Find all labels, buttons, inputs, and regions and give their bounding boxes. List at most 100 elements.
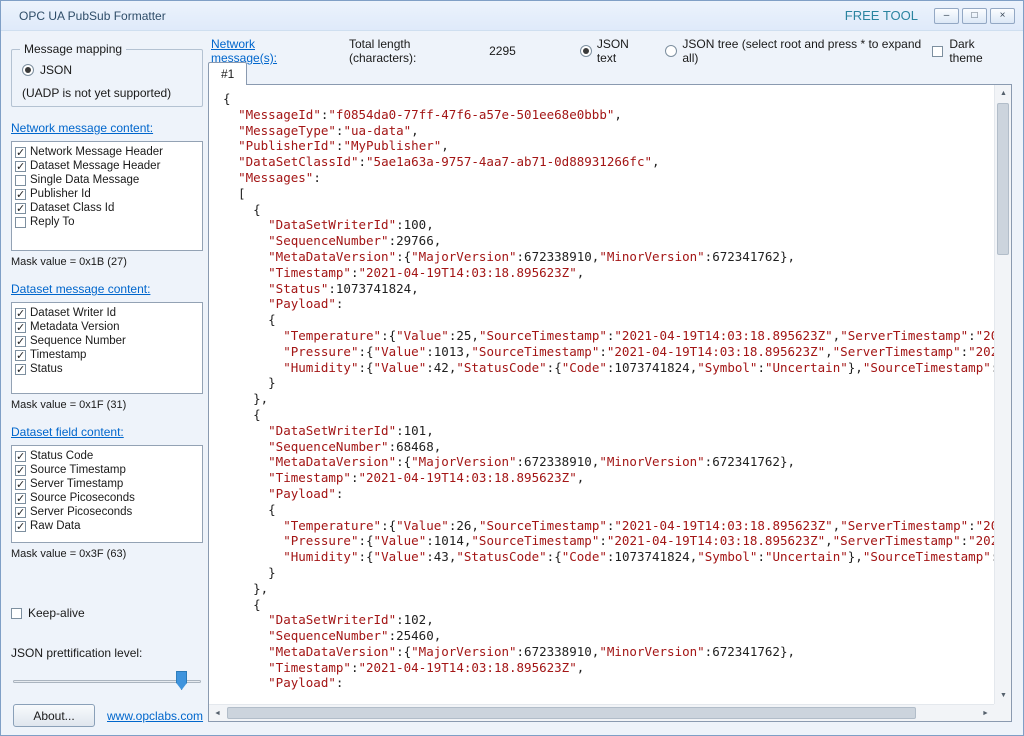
checkbox-item[interactable]: Single Data Message [12, 173, 202, 187]
sidebar-footer: About... www.opclabs.com [13, 704, 203, 727]
checkbox-icon[interactable] [15, 507, 26, 518]
horizontal-scrollbar[interactable]: ◄ ► [209, 704, 994, 721]
checkbox-icon[interactable] [15, 479, 26, 490]
checkbox-icon[interactable] [15, 147, 26, 158]
total-length-value: 2295 [489, 44, 516, 58]
checkbox-item[interactable]: Source Picoseconds [12, 491, 202, 505]
app-window: OPC UA PubSub Formatter FREE TOOL – □ × … [0, 0, 1024, 736]
view-option-json-tree[interactable]: JSON tree (select root and press * to ex… [665, 37, 932, 65]
checkbox-item[interactable]: Sequence Number [12, 334, 202, 348]
prettification-label: JSON prettification level: [11, 646, 203, 660]
keep-alive-checkbox[interactable]: Keep-alive [11, 606, 203, 620]
window-title: OPC UA PubSub Formatter [19, 9, 166, 23]
network-messages-link[interactable]: Network message(s): [211, 37, 321, 65]
checkbox-item[interactable]: Source Timestamp [12, 463, 202, 477]
checkbox-item[interactable]: Timestamp [12, 348, 202, 362]
dataset-message-mask-value: Mask value = 0x1F (31) [11, 399, 203, 411]
dataset-message-content-list[interactable]: Dataset Writer Id Metadata Version Seque… [11, 302, 203, 394]
dark-theme-label: Dark theme [949, 37, 1009, 65]
checkbox-label: Reply To [30, 216, 75, 228]
checkbox-icon[interactable] [15, 189, 26, 200]
dataset-field-content-list[interactable]: Status Code Source Timestamp Server Time… [11, 445, 203, 543]
minimize-button[interactable]: – [934, 8, 959, 24]
keep-alive-label: Keep-alive [28, 606, 85, 620]
view-option-json-text[interactable]: JSON text [580, 37, 650, 65]
radio-icon[interactable] [22, 64, 34, 76]
dark-theme-checkbox[interactable]: Dark theme [932, 37, 1009, 65]
network-message-content-list[interactable]: Network Message Header Dataset Message H… [11, 141, 203, 251]
checkbox-label: Raw Data [30, 520, 81, 532]
title-bar[interactable]: OPC UA PubSub Formatter FREE TOOL – □ × [1, 1, 1023, 31]
radio-icon[interactable] [665, 45, 677, 57]
vertical-scrollbar-thumb[interactable] [997, 103, 1009, 255]
horizontal-scrollbar-thumb[interactable] [227, 707, 916, 719]
dataset-field-content-link[interactable]: Dataset field content: [11, 425, 124, 439]
checkbox-icon[interactable] [15, 175, 26, 186]
radio-icon[interactable] [580, 45, 592, 57]
checkbox-item[interactable]: Status [12, 362, 202, 376]
json-text-panel: { "MessageId":"f0854da0-77ff-47f6-a57e-5… [208, 84, 1012, 722]
about-button[interactable]: About... [13, 704, 95, 727]
dataset-field-mask-value: Mask value = 0x3F (63) [11, 548, 203, 560]
mapping-option-json[interactable]: JSON [22, 63, 202, 77]
tab-message-1[interactable]: #1 [208, 62, 247, 85]
scroll-left-icon[interactable]: ◄ [209, 705, 226, 722]
checkbox-item[interactable]: Dataset Class Id [12, 201, 202, 215]
slider-thumb[interactable] [176, 671, 187, 690]
minimize-icon: – [944, 11, 950, 21]
checkbox-item[interactable]: Server Timestamp [12, 477, 202, 491]
checkbox-icon[interactable] [15, 350, 26, 361]
checkbox-item[interactable]: Server Picoseconds [12, 505, 202, 519]
window-controls: – □ × [934, 8, 1015, 24]
checkbox-item[interactable]: Metadata Version [12, 320, 202, 334]
checkbox-item[interactable]: Network Message Header [12, 145, 202, 159]
scroll-right-icon[interactable]: ► [977, 705, 994, 722]
checkbox-label: Status [30, 363, 63, 375]
scroll-up-icon[interactable]: ▲ [995, 85, 1012, 102]
maximize-button[interactable]: □ [962, 8, 987, 24]
network-message-content-link[interactable]: Network message content: [11, 121, 153, 135]
maximize-icon: □ [971, 11, 977, 21]
message-mapping-title: Message mapping [20, 42, 126, 56]
opclabs-website-link[interactable]: www.opclabs.com [107, 709, 203, 723]
checkbox-item[interactable]: Reply To [12, 215, 202, 229]
about-button-label: About... [33, 709, 74, 723]
checkbox-item[interactable]: Dataset Writer Id [12, 306, 202, 320]
radio-label: JSON [40, 63, 72, 77]
scroll-down-icon[interactable]: ▼ [995, 687, 1012, 704]
checkbox-label: Dataset Writer Id [30, 307, 116, 319]
checkbox-item[interactable]: Raw Data [12, 519, 202, 533]
free-tool-badge: FREE TOOL [845, 8, 918, 23]
checkbox-icon[interactable] [15, 203, 26, 214]
checkbox-label: Source Timestamp [30, 464, 126, 476]
checkbox-icon[interactable] [15, 161, 26, 172]
json-text-view[interactable]: { "MessageId":"f0854da0-77ff-47f6-a57e-5… [209, 85, 994, 704]
dataset-message-content-link[interactable]: Dataset message content: [11, 282, 150, 296]
checkbox-icon[interactable] [932, 46, 943, 57]
checkbox-icon[interactable] [15, 451, 26, 462]
checkbox-icon[interactable] [11, 608, 22, 619]
close-button[interactable]: × [990, 8, 1015, 24]
message-mapping-group: Message mapping JSON (UADP is not yet su… [11, 49, 203, 107]
checkbox-item[interactable]: Dataset Message Header [12, 159, 202, 173]
checkbox-icon[interactable] [15, 364, 26, 375]
checkbox-label: Sequence Number [30, 335, 126, 347]
slider-track[interactable] [13, 680, 201, 683]
checkbox-icon[interactable] [15, 493, 26, 504]
checkbox-label: Timestamp [30, 349, 86, 361]
vertical-scrollbar[interactable]: ▲ ▼ [994, 85, 1011, 704]
checkbox-item[interactable]: Publisher Id [12, 187, 202, 201]
checkbox-icon[interactable] [15, 521, 26, 532]
checkbox-label: Server Timestamp [30, 478, 123, 490]
total-length-label: Total length (characters): [349, 37, 477, 65]
checkbox-icon[interactable] [15, 336, 26, 347]
checkbox-icon[interactable] [15, 322, 26, 333]
radio-label: JSON tree (select root and press * to ex… [682, 37, 932, 65]
checkbox-label: Dataset Class Id [30, 202, 114, 214]
prettification-slider[interactable] [11, 668, 203, 694]
checkbox-icon[interactable] [15, 217, 26, 228]
radio-label: JSON text [597, 37, 650, 65]
checkbox-icon[interactable] [15, 308, 26, 319]
checkbox-item[interactable]: Status Code [12, 449, 202, 463]
checkbox-icon[interactable] [15, 465, 26, 476]
